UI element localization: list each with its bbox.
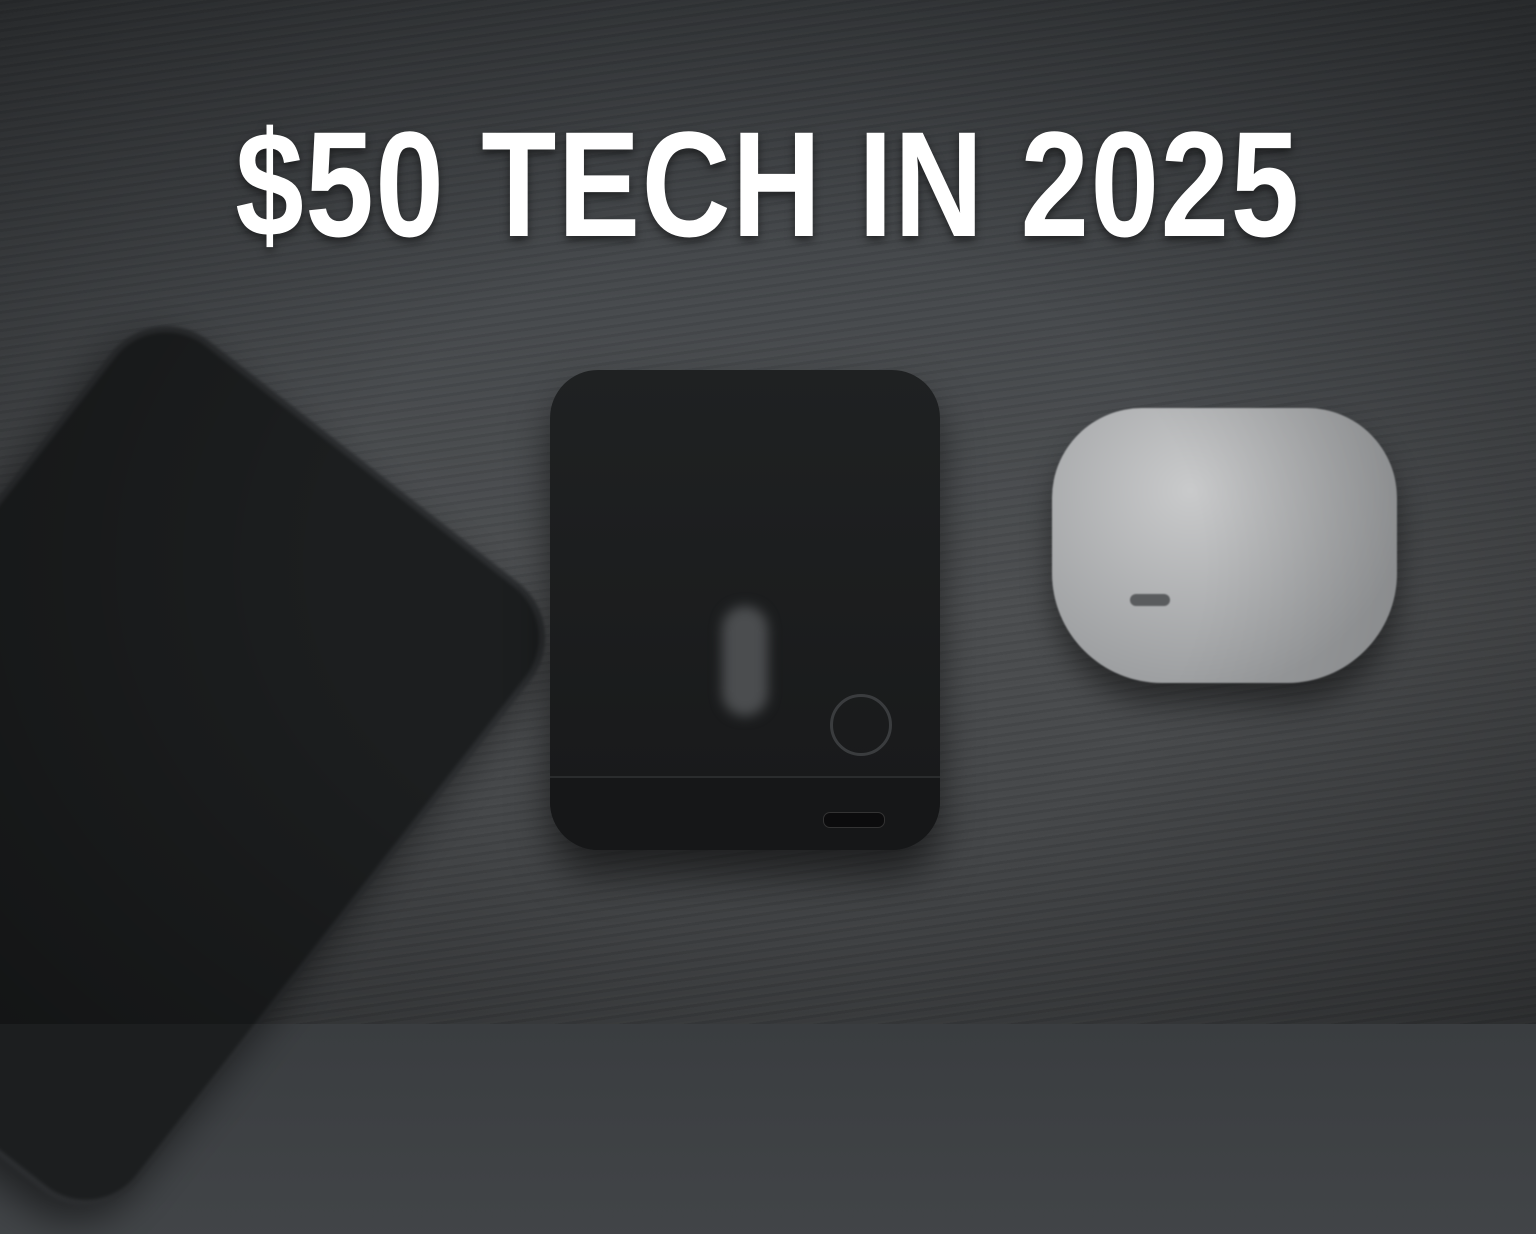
headline: $50 TECH IN 2025: [235, 100, 1301, 268]
